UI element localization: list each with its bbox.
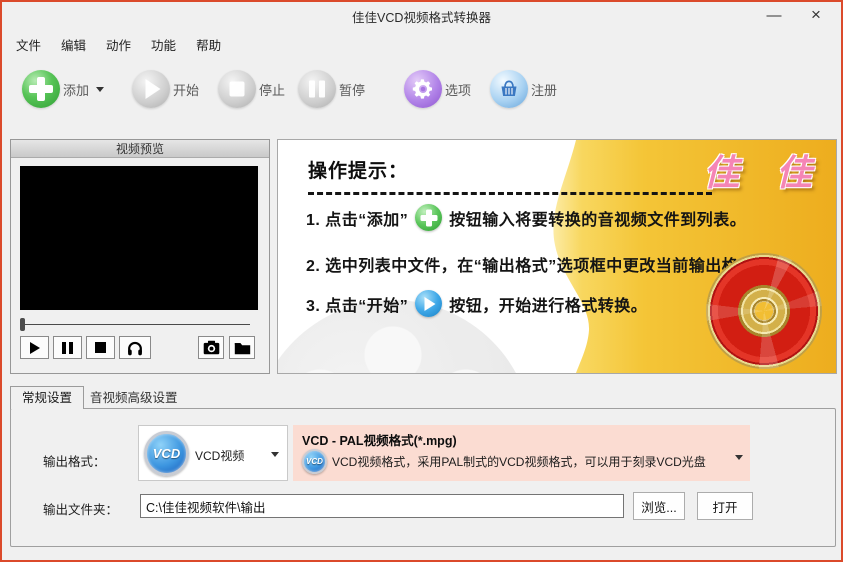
menu-help[interactable]: 帮助 bbox=[186, 32, 231, 57]
general-settings-group: 输出格式： VCD VCD视频 VCD - PAL视频格式(*.mpg) VCD… bbox=[10, 408, 836, 547]
open-button[interactable]: 打开 bbox=[697, 492, 753, 520]
window-controls: — × bbox=[753, 2, 837, 28]
video-display-area bbox=[20, 166, 260, 310]
menubar: 文件 编辑 动作 功能 帮助 bbox=[6, 32, 231, 57]
output-folder-label: 输出文件夹： bbox=[43, 503, 119, 517]
add-label: 添加 bbox=[63, 82, 90, 98]
folder-icon bbox=[234, 342, 250, 354]
format-description-row: VCD VCD视频格式，采用PAL制式的VCD视频格式，可以用于刻录VCD光盘 bbox=[302, 449, 706, 474]
output-format-combobox[interactable]: VCD VCD视频 bbox=[138, 425, 288, 481]
seek-thumb[interactable] bbox=[20, 318, 25, 331]
toolbar-pause-button[interactable]: 暂停 bbox=[298, 70, 365, 108]
pause-bars-icon bbox=[298, 70, 336, 108]
output-format-label: 输出格式： bbox=[43, 455, 106, 469]
preview-play-button[interactable] bbox=[20, 336, 49, 359]
toolbar-add-button[interactable]: 添加 bbox=[22, 70, 105, 108]
toolbar-register-button[interactable]: 注册 bbox=[490, 70, 557, 108]
window-title: 佳佳VCD视频格式转换器 bbox=[352, 11, 491, 25]
video-preview-panel: 视频预览 bbox=[10, 139, 270, 374]
pause-label: 暂停 bbox=[339, 82, 366, 98]
tips-panel: 操作提示： 1. 点击“添加” 按钮输入将要转换的音视频文件到列表。 2. 选中… bbox=[277, 139, 837, 374]
preview-audio-button[interactable] bbox=[119, 336, 151, 359]
close-button[interactable]: × bbox=[795, 2, 837, 28]
tab-av-advanced-settings[interactable]: 音视频高级设置 bbox=[79, 388, 189, 409]
seek-slider[interactable] bbox=[20, 317, 250, 332]
headphones-icon bbox=[128, 341, 142, 355]
shopping-basket-icon bbox=[490, 70, 528, 108]
toolbar-start-button[interactable]: 开始 bbox=[132, 70, 199, 108]
titlebar: 佳佳VCD视频格式转换器 — × bbox=[2, 2, 841, 28]
step-2-text: 2. 选中列表中文件，在“输出格式”选项框中更改当前输出格式。 bbox=[306, 258, 772, 275]
preview-stop-button[interactable] bbox=[86, 336, 115, 359]
vcd-badge-icon: VCD bbox=[302, 449, 327, 474]
brand-logo: 佳 佳 bbox=[703, 152, 824, 194]
stop-square-icon bbox=[218, 70, 256, 108]
stop-icon bbox=[95, 342, 106, 353]
vcd-badge-icon: VCD bbox=[144, 431, 189, 476]
preview-header: 视频预览 bbox=[11, 140, 269, 158]
step-3-text-post: 按钮，开始进行格式转换。 bbox=[449, 297, 648, 315]
tips-step-3: 3. 点击“开始” 按钮，开始进行格式转换。 bbox=[306, 290, 647, 317]
play-icon bbox=[29, 341, 40, 354]
start-play-icon bbox=[415, 290, 443, 317]
output-format-value: VCD视频 bbox=[195, 449, 245, 463]
open-folder-button[interactable] bbox=[229, 336, 255, 359]
description-caret-icon[interactable] bbox=[735, 455, 743, 460]
options-label: 选项 bbox=[445, 82, 472, 98]
tab-general-settings[interactable]: 常规设置 bbox=[10, 386, 85, 409]
step-1-text-pre: 1. 点击“添加” bbox=[306, 211, 409, 229]
register-label: 注册 bbox=[531, 82, 558, 98]
tips-step-1: 1. 点击“添加” 按钮输入将要转换的音视频文件到列表。 bbox=[306, 204, 746, 231]
toolbar-stop-button[interactable]: 停止 bbox=[218, 70, 285, 108]
minimize-button[interactable]: — bbox=[753, 2, 795, 28]
gear-icon bbox=[404, 70, 442, 108]
add-plus-icon bbox=[22, 70, 60, 108]
tips-step-2: 2. 选中列表中文件，在“输出格式”选项框中更改当前输出格式。 bbox=[306, 252, 771, 276]
browse-button[interactable]: 浏览... bbox=[633, 492, 685, 520]
tips-heading: 操作提示： bbox=[308, 161, 409, 182]
camera-icon bbox=[203, 340, 219, 355]
preview-pause-button[interactable] bbox=[53, 336, 82, 359]
add-plus-icon bbox=[415, 204, 443, 231]
tips-dashed-divider bbox=[308, 192, 712, 195]
step-3-text-pre: 3. 点击“开始” bbox=[306, 297, 409, 315]
menu-edit[interactable]: 编辑 bbox=[51, 32, 96, 57]
menu-action[interactable]: 动作 bbox=[96, 32, 141, 57]
step-1-text-post: 按钮输入将要转换的音视频文件到列表。 bbox=[449, 211, 747, 229]
add-dropdown-caret-icon[interactable] bbox=[96, 86, 105, 92]
output-folder-input[interactable] bbox=[140, 494, 624, 518]
start-label: 开始 bbox=[173, 82, 200, 98]
combo-caret-icon[interactable] bbox=[271, 452, 279, 457]
menu-function[interactable]: 功能 bbox=[141, 32, 186, 57]
menu-file[interactable]: 文件 bbox=[6, 32, 51, 57]
stop-label: 停止 bbox=[259, 82, 286, 98]
format-description-title: VCD - PAL视频格式(*.mpg) bbox=[302, 434, 457, 448]
seek-track bbox=[20, 324, 250, 325]
toolbar-options-button[interactable]: 选项 bbox=[404, 70, 471, 108]
app-window: 佳佳VCD视频格式转换器 — × 文件 编辑 动作 功能 帮助 添加 开始 停止… bbox=[0, 0, 843, 562]
snapshot-button[interactable] bbox=[198, 336, 224, 359]
red-cd-disc-icon bbox=[706, 253, 822, 369]
start-play-icon bbox=[132, 70, 170, 108]
pause-icon bbox=[62, 341, 73, 354]
format-description-text: VCD视频格式，采用PAL制式的VCD视频格式，可以用于刻录VCD光盘 bbox=[332, 455, 706, 469]
format-description-box[interactable]: VCD - PAL视频格式(*.mpg) VCD VCD视频格式，采用PAL制式… bbox=[293, 425, 750, 481]
